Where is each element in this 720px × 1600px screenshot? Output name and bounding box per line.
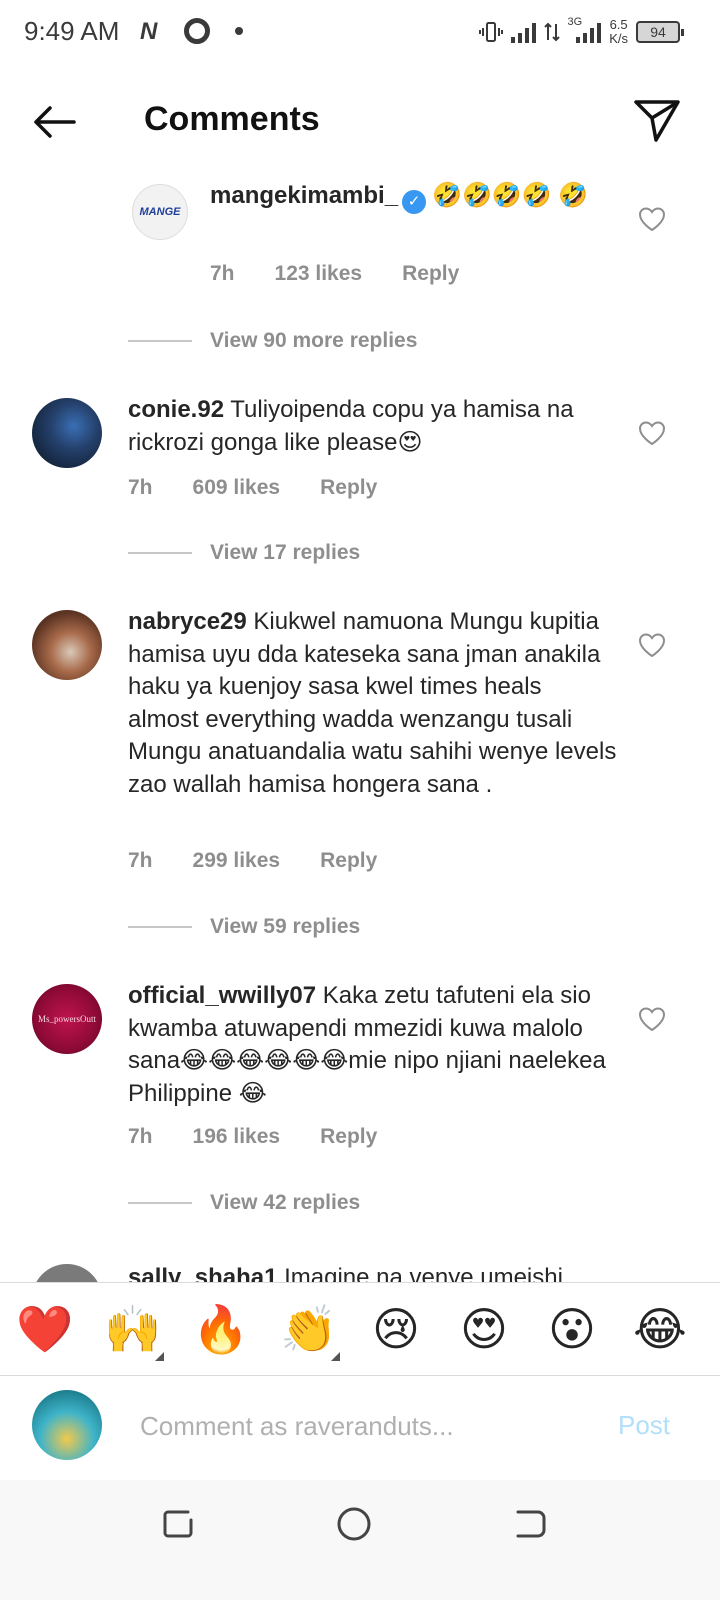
- comment-likes[interactable]: 299 likes: [193, 849, 281, 873]
- like-heart-icon[interactable]: [638, 1006, 666, 1032]
- view-replies[interactable]: View 90 more replies: [128, 326, 417, 356]
- comment-text-block: mangekimambi_ ✓ 🤣🤣🤣🤣 🤣: [210, 180, 620, 214]
- header: Comments: [0, 88, 720, 158]
- emoji-heart-button[interactable]: ❤️: [16, 1303, 73, 1355]
- like-heart-icon[interactable]: [638, 632, 666, 658]
- view-replies-label[interactable]: View 42 replies: [210, 1191, 360, 1215]
- avatar[interactable]: [32, 398, 102, 468]
- comment-text-block: sally_shaha1 Imagine na venye umeishi: [128, 1262, 618, 1282]
- comment-username[interactable]: nabryce29: [128, 608, 247, 635]
- comment-likes[interactable]: 609 likes: [193, 476, 281, 500]
- comment-meta: 7h 196 likes Reply: [128, 1125, 377, 1149]
- view-replies[interactable]: View 17 replies: [128, 538, 360, 568]
- data-transfer-icon: [543, 22, 560, 42]
- emoji-fire-button[interactable]: 🔥: [192, 1303, 249, 1355]
- more-notifications-icon: [235, 27, 243, 35]
- emoji-raised-hands: 🙌: [104, 1303, 162, 1355]
- page-title: Comments: [144, 100, 320, 138]
- comment-time: 7h: [128, 1125, 153, 1148]
- signal-icon: [510, 21, 536, 43]
- avatar[interactable]: MANGE: [132, 184, 188, 240]
- avatar[interactable]: [32, 610, 102, 680]
- speed-unit: K/s: [609, 31, 628, 46]
- skin-tone-indicator-icon: [331, 1352, 340, 1361]
- avatar-logo-text: Ms_powersOutt: [38, 1014, 96, 1024]
- network-type: 3G: [567, 16, 583, 28]
- replies-divider: [128, 926, 192, 928]
- current-user-avatar: [32, 1390, 102, 1460]
- comment-text: Imagine na venye umeishi: [284, 1264, 563, 1282]
- comment-text: 🤣🤣🤣🤣 🤣: [432, 182, 589, 209]
- emoji-raised-hands-button[interactable]: 🙌: [104, 1303, 164, 1361]
- emoji-clap-button[interactable]: 👏: [280, 1303, 340, 1361]
- avatar[interactable]: Ms_powersOutt: [32, 984, 102, 1054]
- view-replies[interactable]: View 42 replies: [128, 1188, 360, 1218]
- comment-time: 7h: [128, 849, 153, 872]
- skin-tone-indicator-icon: [155, 1352, 164, 1361]
- comment-time: 7h: [210, 262, 235, 285]
- avatar-logo-text: MANGE: [139, 206, 181, 218]
- vibrate-icon: [478, 22, 503, 42]
- emoji-crying-button[interactable]: 😢: [368, 1303, 424, 1355]
- emoji-laughing-button[interactable]: 😂: [632, 1303, 688, 1355]
- comment-text-block: nabryce29 Kiukwel namuona Mungu kupitia …: [128, 606, 618, 801]
- reply-button[interactable]: Reply: [320, 1125, 377, 1149]
- comment-input-bar: Post: [0, 1376, 720, 1480]
- emoji-clap: 👏: [280, 1303, 338, 1355]
- view-replies-label[interactable]: View 17 replies: [210, 541, 360, 565]
- reply-button[interactable]: Reply: [320, 849, 377, 873]
- recent-apps-icon[interactable]: [158, 1504, 198, 1544]
- comment-likes[interactable]: 123 likes: [275, 262, 363, 286]
- home-icon[interactable]: [334, 1504, 374, 1544]
- comment-meta: 7h 123 likes Reply: [210, 262, 459, 286]
- speed-value: 6.5: [609, 17, 628, 32]
- verified-badge-icon: ✓: [402, 190, 427, 214]
- chrome-notification-icon: [184, 18, 210, 44]
- emoji-surprised-button[interactable]: 😮: [544, 1303, 600, 1355]
- comment-text-block: conie.92 Tuliyoipenda copu ya hamisa na …: [128, 394, 618, 459]
- replies-divider: [128, 1202, 192, 1204]
- comment-username[interactable]: official_wwilly07: [128, 982, 316, 1009]
- netflix-notification-icon: N: [140, 18, 158, 45]
- partial-comment: sally_shaha1 Imagine na venye umeishi: [0, 1260, 720, 1282]
- share-send-icon[interactable]: [632, 96, 682, 146]
- comment-text-block: official_wwilly07 Kaka zetu tafuteni ela…: [128, 980, 618, 1110]
- status-time: 9:49 AM: [24, 16, 120, 46]
- post-button[interactable]: Post: [618, 1410, 670, 1441]
- comment-username[interactable]: sally_shaha1: [128, 1264, 277, 1282]
- replies-divider: [128, 340, 192, 342]
- status-icons: 3G 6.5 K/s 94: [478, 14, 684, 50]
- like-heart-icon[interactable]: [638, 206, 666, 232]
- comment-input[interactable]: [140, 1406, 590, 1446]
- comment-username[interactable]: mangekimambi_: [210, 182, 398, 209]
- comment-username[interactable]: conie.92: [128, 396, 224, 423]
- back-arrow-icon[interactable]: [30, 102, 78, 142]
- view-replies-label[interactable]: View 59 replies: [210, 915, 360, 939]
- like-heart-icon[interactable]: [638, 420, 666, 446]
- comment-likes[interactable]: 196 likes: [193, 1125, 281, 1149]
- battery-icon: 94: [636, 21, 684, 43]
- status-bar: 9:49 AM N 3G 6.5 K/s 94: [0, 0, 720, 66]
- reply-button[interactable]: Reply: [402, 262, 459, 286]
- reply-button[interactable]: Reply: [320, 476, 377, 500]
- system-nav-bar: [0, 1480, 720, 1600]
- view-replies-label[interactable]: View 90 more replies: [210, 329, 417, 353]
- network-speed: 6.5 K/s: [609, 18, 628, 46]
- view-replies[interactable]: View 59 replies: [128, 912, 360, 942]
- emoji-heart-eyes-button[interactable]: 😍: [456, 1303, 512, 1355]
- avatar[interactable]: [32, 1264, 102, 1282]
- comment-meta: 7h 299 likes Reply: [128, 849, 377, 873]
- comment-time: 7h: [128, 476, 153, 499]
- emoji-quick-bar: ❤️ 🙌 🔥 👏 😢 😍 😮 😂: [0, 1282, 720, 1376]
- comment-text: Kiukwel namuona Mungu kupitia hamisa uyu…: [128, 608, 617, 798]
- comment-meta: 7h 609 likes Reply: [128, 476, 377, 500]
- replies-divider: [128, 552, 192, 554]
- back-nav-icon[interactable]: [510, 1504, 550, 1544]
